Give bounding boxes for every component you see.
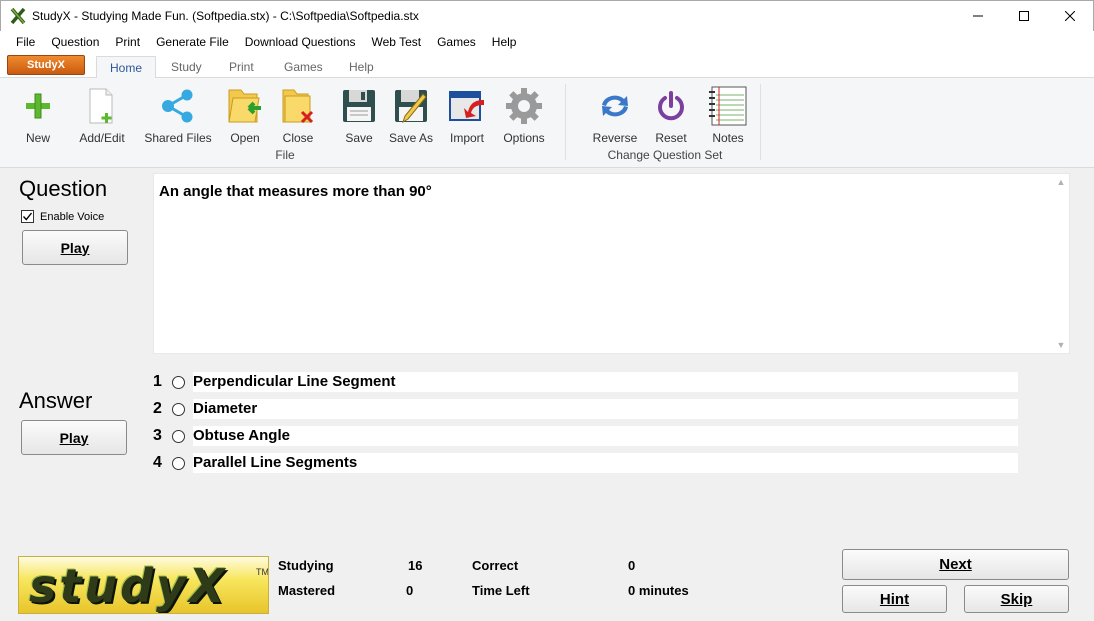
answer-text[interactable]: Parallel Line Segments — [193, 453, 1018, 473]
gear-icon — [504, 84, 544, 128]
power-icon — [651, 84, 691, 128]
mastered-label: Mastered — [278, 583, 336, 598]
answer-play-button[interactable]: Play — [21, 420, 127, 455]
folder-close-icon — [278, 84, 318, 128]
answer-option[interactable]: 4 Parallel Line Segments — [153, 452, 1018, 474]
shared-files-button[interactable]: Shared Files — [143, 84, 213, 148]
save-button[interactable]: Save — [340, 84, 378, 148]
ribbon-tab-strip: StudyX Home Study Print Games Help — [0, 54, 1094, 79]
answer-text[interactable]: Obtuse Angle — [193, 426, 1018, 446]
menu-games[interactable]: Games — [429, 31, 484, 54]
title-bar: StudyX - Studying Made Fun. (Softpedia.s… — [0, 0, 1094, 31]
save-as-icon — [391, 84, 431, 128]
save-as-button[interactable]: Save As — [388, 84, 434, 148]
menu-print[interactable]: Print — [107, 31, 148, 54]
reset-button[interactable]: Reset — [652, 84, 690, 148]
answer-option[interactable]: 3 Obtuse Angle — [153, 425, 1018, 447]
logo-trademark: TM — [256, 567, 269, 577]
answer-number: 4 — [153, 454, 162, 471]
answer-option[interactable]: 2 Diameter — [153, 398, 1018, 420]
import-icon — [447, 84, 487, 128]
reverse-button[interactable]: Reverse — [592, 84, 638, 148]
answer-option[interactable]: 1 Perpendicular Line Segment — [153, 371, 1018, 393]
reverse-arrows-icon — [595, 84, 635, 128]
tab-games[interactable]: Games — [271, 56, 336, 79]
ribbon-panel: New Add/Edit Shared Files Open Close Sav… — [0, 78, 1094, 168]
tab-home[interactable]: Home — [96, 56, 157, 79]
file-group-label: File — [275, 148, 295, 162]
share-icon — [158, 84, 198, 128]
question-scrollbar[interactable]: ▲ ▼ — [1053, 174, 1069, 353]
studying-label: Studying — [278, 558, 334, 573]
scroll-down-icon[interactable]: ▼ — [1056, 340, 1066, 350]
answer-radio[interactable] — [172, 375, 185, 389]
question-text: An angle that measures more than 90° — [159, 183, 432, 200]
answer-radio[interactable] — [172, 429, 185, 443]
hint-button[interactable]: Hint — [842, 585, 947, 613]
time-left-value: 0 minutes — [628, 583, 689, 598]
correct-label: Correct — [472, 558, 519, 573]
add-edit-button[interactable]: Add/Edit — [74, 84, 130, 148]
options-button[interactable]: Options — [501, 84, 547, 148]
scroll-up-icon[interactable]: ▲ — [1056, 177, 1066, 187]
answer-number: 2 — [153, 400, 162, 417]
question-heading: Question — [19, 176, 108, 201]
folder-open-icon — [225, 84, 265, 128]
answer-radio[interactable] — [172, 402, 185, 416]
tab-print[interactable]: Print — [216, 56, 267, 79]
checkmark-icon[interactable] — [21, 210, 34, 223]
main-area: Question Enable Voice Play An angle that… — [0, 169, 1094, 621]
menu-bar: File Question Print Generate File Downlo… — [0, 31, 1094, 54]
studying-value: 16 — [408, 558, 423, 573]
plus-icon — [18, 84, 58, 128]
notes-button[interactable]: Notes — [708, 84, 748, 148]
answer-heading: Answer — [19, 388, 93, 413]
floppy-disk-icon — [339, 84, 379, 128]
close-icon[interactable] — [1047, 1, 1093, 31]
correct-value: 0 — [628, 558, 636, 573]
group-separator-2 — [760, 84, 761, 160]
import-button[interactable]: Import — [446, 84, 488, 148]
next-button[interactable]: Next — [842, 549, 1069, 580]
new-button[interactable]: New — [18, 84, 58, 148]
answer-text[interactable]: Perpendicular Line Segment — [193, 372, 1018, 392]
tab-study[interactable]: Study — [158, 56, 215, 79]
question-textbox[interactable]: An angle that measures more than 90° ▲ ▼ — [153, 173, 1070, 354]
mastered-value: 0 — [406, 583, 414, 598]
answer-radio[interactable] — [172, 456, 185, 470]
logo-text: studyX — [29, 559, 228, 613]
window-controls — [955, 1, 1093, 31]
minimize-icon[interactable] — [955, 1, 1001, 31]
studyx-app-button[interactable]: StudyX — [7, 55, 85, 75]
answer-number: 3 — [153, 427, 162, 444]
menu-web-test[interactable]: Web Test — [364, 31, 430, 54]
open-button[interactable]: Open — [226, 84, 264, 148]
studyx-logo: studyX TM — [18, 556, 269, 614]
answer-number: 1 — [153, 373, 162, 390]
enable-voice-checkbox[interactable]: Enable Voice — [21, 210, 104, 223]
studyx-app-icon[interactable] — [10, 8, 26, 24]
menu-file[interactable]: File — [8, 31, 43, 54]
menu-download-questions[interactable]: Download Questions — [237, 31, 364, 54]
time-left-label: Time Left — [472, 583, 530, 598]
window-title: StudyX - Studying Made Fun. (Softpedia.s… — [32, 9, 419, 23]
menu-generate-file[interactable]: Generate File — [148, 31, 237, 54]
group-separator — [565, 84, 566, 160]
enable-voice-label: Enable Voice — [40, 210, 105, 223]
menu-question[interactable]: Question — [43, 31, 107, 54]
maximize-icon[interactable] — [1001, 1, 1047, 31]
answer-text[interactable]: Diameter — [193, 399, 1018, 419]
close-file-button[interactable]: Close — [280, 84, 316, 148]
notebook-icon — [708, 84, 748, 128]
tab-help[interactable]: Help — [336, 56, 387, 79]
menu-help[interactable]: Help — [484, 31, 525, 54]
skip-button[interactable]: Skip — [964, 585, 1069, 613]
document-add-icon — [82, 84, 122, 128]
question-play-button[interactable]: Play — [22, 230, 128, 265]
question-set-group-label: Change Question Set — [607, 148, 723, 162]
